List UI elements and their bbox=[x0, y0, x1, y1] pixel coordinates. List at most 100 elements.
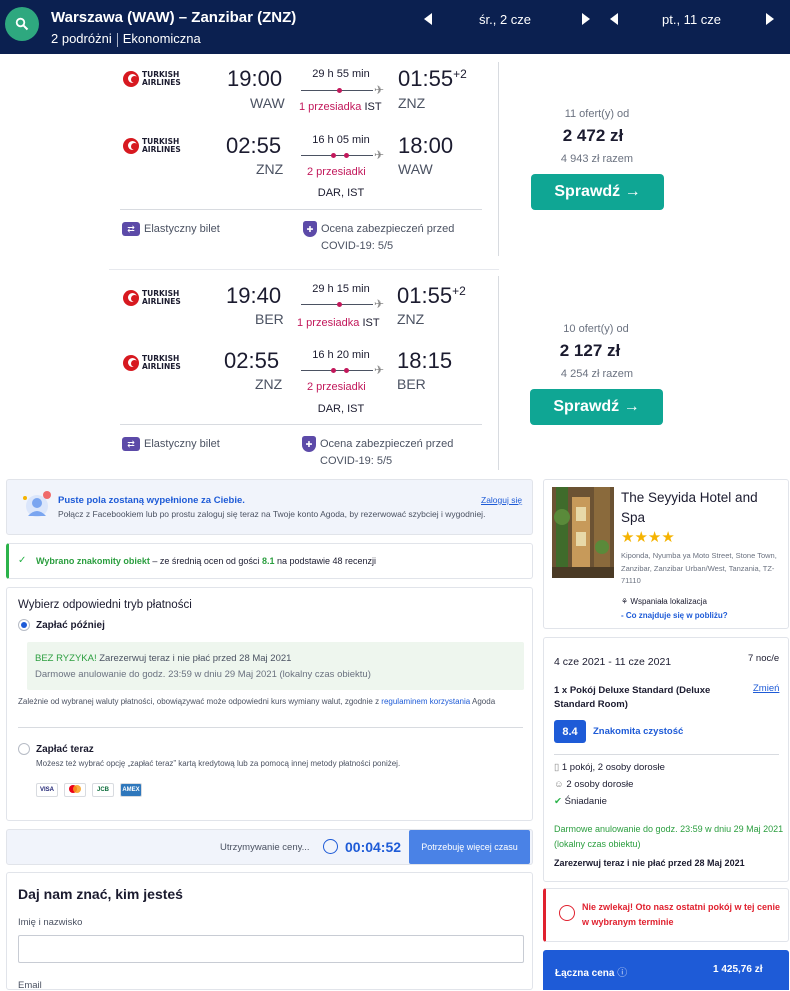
known-property-notice: ✓ Wybrano znakomity obiekt – ze średnią … bbox=[6, 543, 533, 579]
check-offer-button[interactable]: Sprawdź → bbox=[531, 174, 664, 210]
urgency-text: Nie zwlekaj! Oto nasz ostatni pokój w te… bbox=[582, 902, 781, 927]
arrival-time: 01:55+2 bbox=[398, 66, 467, 91]
next-return-date-icon[interactable] bbox=[766, 13, 774, 25]
ticket-icon: ⇄ bbox=[122, 437, 140, 451]
departure-time: 19:00 bbox=[227, 66, 283, 91]
stops-info: 2 przesiadki bbox=[307, 166, 366, 178]
airline-logo: TURKISH AIRLINES bbox=[123, 355, 186, 371]
departure-airport: ZNZ bbox=[255, 376, 283, 392]
departure-airport: ZNZ bbox=[256, 161, 284, 177]
divider bbox=[120, 424, 482, 425]
stop-dot bbox=[344, 368, 349, 373]
divider bbox=[498, 62, 499, 256]
guests: ☺ 2 osoby dorosłe bbox=[554, 779, 634, 790]
divider bbox=[120, 209, 482, 210]
shield-icon: ✚ bbox=[303, 221, 317, 237]
alarm-icon bbox=[559, 905, 575, 921]
stop-airports: DAR, IST bbox=[317, 403, 365, 415]
door-icon: ▯ bbox=[554, 762, 560, 773]
return-date[interactable]: pt., 11 cze bbox=[662, 12, 721, 27]
hotel-name[interactable]: The Seyyida Hotel and Spa bbox=[621, 488, 783, 528]
no-risk-box: BEZ RYZYKA! Zarezerwuj teraz i nie płać … bbox=[27, 642, 524, 690]
email-label: Email bbox=[18, 980, 42, 991]
airline-logo: TURKISH AIRLINES bbox=[123, 138, 186, 154]
stops-info: 1 przesiadka IST bbox=[299, 101, 382, 113]
price: 2 127 zł bbox=[559, 341, 621, 360]
covid-safety-rating: ✚ Ocena zabezpieczeń przed COVID-19: 5/5 bbox=[302, 436, 462, 470]
more-time-button[interactable]: Potrzebuję więcej czasu bbox=[409, 830, 530, 864]
search-button[interactable] bbox=[5, 7, 39, 41]
pay-now-label[interactable]: Zapłać teraz bbox=[36, 744, 94, 755]
check-icon: ✓ bbox=[18, 555, 27, 566]
nights-count: 7 noc/e bbox=[748, 653, 780, 664]
plane-icon: ✈ bbox=[374, 83, 385, 97]
pay-later-label[interactable]: Zapłać później bbox=[36, 620, 105, 631]
stop-dot bbox=[337, 302, 342, 307]
offers-count: 10 ofert(y) od bbox=[563, 323, 629, 335]
arrival-time: 18:00 bbox=[398, 133, 454, 158]
urgency-notice: Nie zwlekaj! Oto nasz ostatni pokój w te… bbox=[543, 888, 789, 942]
change-room-link[interactable]: Zmień bbox=[753, 683, 779, 694]
plane-icon: ✈ bbox=[374, 297, 385, 311]
search-icon bbox=[15, 17, 29, 31]
hotel-photo[interactable] bbox=[552, 487, 614, 578]
hotel-card: The Seyyida Hotel and Spa ★★★★ Kiponda, … bbox=[543, 479, 789, 629]
pay-later-note: Zarezerwuj teraz i nie płać przed 28 Maj… bbox=[554, 858, 745, 868]
shield-icon: ✚ bbox=[302, 436, 316, 452]
stop-dot bbox=[331, 153, 336, 158]
route-title[interactable]: Warszawa (WAW) – Zanzibar (ZNZ) bbox=[51, 9, 296, 26]
known-property-text: Wybrano znakomity obiekt – ze średnią oc… bbox=[36, 556, 377, 566]
pay-later-radio[interactable] bbox=[18, 619, 30, 631]
room-type: 1 x Pokój Deluxe Standard (Deluxe Standa… bbox=[554, 685, 711, 710]
plane-icon: ✈ bbox=[374, 363, 385, 377]
total-price: 4 943 zł razem bbox=[560, 153, 634, 165]
route-line bbox=[301, 155, 373, 156]
rooms-guests: ▯ 1 pokój, 2 osoby dorosłe bbox=[554, 762, 665, 773]
nearby-link[interactable]: - Co znajduje się w pobliżu? bbox=[621, 611, 728, 620]
result-separator bbox=[109, 269, 499, 270]
covid-safety-rating: ✚ Ocena zabezpieczeń przed COVID-19: 5/5 bbox=[303, 221, 463, 255]
ticket-icon: ⇄ bbox=[122, 222, 140, 236]
travel-details[interactable]: 2 podróżni Ekonomiczna bbox=[51, 31, 201, 47]
arrival-time: 01:55+2 bbox=[397, 283, 466, 308]
free-cancel-text: Darmowe anulowanie do godz. 23:59 w dniu… bbox=[35, 669, 371, 680]
stop-dot bbox=[337, 88, 342, 93]
terms-link[interactable]: regulaminem korzystania bbox=[381, 697, 470, 706]
turkish-airlines-logo-icon bbox=[123, 290, 139, 306]
login-banner-text: Połącz z Facebookiem lub po prostu zalog… bbox=[58, 509, 486, 519]
review-score: 8.4 bbox=[554, 720, 586, 743]
card-logos: VISA JCB AMEX bbox=[36, 783, 148, 797]
arrival-airport: WAW bbox=[398, 161, 433, 177]
divider bbox=[498, 276, 499, 470]
total-price-bar: Łączna cena ⓘ 1 425,76 zł bbox=[543, 950, 789, 990]
no-risk-text: BEZ RYZYKA! Zarezerwuj teraz i nie płać … bbox=[35, 653, 292, 664]
next-outbound-date-icon[interactable] bbox=[582, 13, 590, 25]
breakfast: ✔ Śniadanie bbox=[554, 796, 607, 807]
total-price: 4 254 zł razem bbox=[560, 368, 634, 380]
prev-outbound-date-icon[interactable] bbox=[424, 13, 432, 25]
login-banner-title: Puste pola zostaną wypełnione za Ciebie. bbox=[58, 495, 245, 506]
divider bbox=[18, 727, 523, 728]
mastercard-icon bbox=[64, 783, 86, 797]
outbound-date[interactable]: śr., 2 cze bbox=[479, 12, 531, 27]
location-icon: ⚘ bbox=[621, 597, 629, 606]
flexible-ticket-badge: ⇄ Elastyczny bilet bbox=[122, 221, 220, 238]
departure-time: 02:55 bbox=[226, 133, 282, 158]
divider bbox=[554, 754, 779, 755]
prev-return-date-icon[interactable] bbox=[610, 13, 618, 25]
login-link[interactable]: Zaloguj się bbox=[481, 495, 522, 505]
form-title: Daj nam znać, kim jesteś bbox=[18, 886, 183, 902]
turkish-airlines-logo-icon bbox=[123, 138, 139, 154]
departure-airport: BER bbox=[255, 311, 284, 327]
check-icon: ✔ bbox=[554, 796, 562, 807]
check-offer-button[interactable]: Sprawdź → bbox=[530, 389, 663, 425]
info-icon[interactable]: ⓘ bbox=[617, 968, 627, 979]
free-cancellation: Darmowe anulowanie do godz. 23:59 w dniu… bbox=[554, 824, 784, 849]
total-value: 1 425,76 zł bbox=[713, 964, 763, 975]
pay-now-note: Możesz też wybrać opcję „zapłać teraz” k… bbox=[36, 759, 401, 768]
arrival-airport: BER bbox=[397, 376, 426, 392]
full-name-input[interactable] bbox=[18, 935, 524, 963]
pay-now-radio[interactable] bbox=[18, 743, 30, 755]
travelers-count: 2 podróżni bbox=[51, 31, 112, 46]
profile-sparkle-icon bbox=[19, 488, 55, 524]
